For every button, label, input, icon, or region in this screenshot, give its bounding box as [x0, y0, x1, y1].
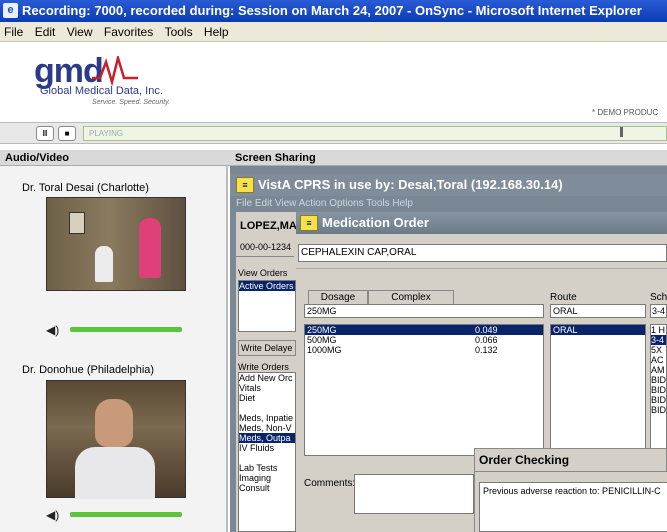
schedule-item[interactable]: BID — [651, 375, 666, 385]
write-order-item[interactable]: Meds, Inpatie — [239, 413, 295, 423]
audio-video-header: Audio/Video — [0, 150, 230, 166]
write-order-item[interactable]: Add New Orc — [239, 373, 295, 383]
person-face-icon — [95, 399, 133, 447]
cprs-window-title: VistA CPRS in use by: Desai,Toral (192.1… — [230, 174, 667, 196]
write-order-spacer — [239, 403, 295, 413]
stop-button[interactable]: ■ — [58, 126, 76, 141]
volume-slider[interactable] — [70, 327, 182, 332]
write-order-spacer — [239, 453, 295, 463]
menu-favorites[interactable]: Favorites — [104, 25, 153, 39]
route-label: Route — [550, 292, 577, 303]
tab-complex[interactable]: Complex — [368, 290, 454, 304]
demo-label: * DEMO PRODUC — [592, 108, 659, 117]
menu-file[interactable]: File — [4, 25, 23, 39]
schedule-item[interactable]: AC — [651, 355, 666, 365]
logo-pulse-icon — [92, 56, 138, 86]
screen-share-view: VistA CPRS in use by: Desai,Toral (192.1… — [230, 166, 667, 532]
dosage-list[interactable]: 250MG 0.049 500MG 0.066 1000MG 0.132 — [304, 324, 544, 456]
view-orders-label: View Orders — [238, 268, 288, 278]
menu-help[interactable]: Help — [204, 25, 229, 39]
cprs-app-icon: ≡ — [236, 177, 254, 193]
ie-icon: e — [3, 3, 18, 18]
schedule-item-selected[interactable]: 3-4 — [651, 335, 666, 345]
order-checking-dialog: Previous adverse reaction to: PENICILLIN… — [474, 472, 667, 532]
write-order-item[interactable]: IV Fluids — [239, 443, 295, 453]
tab-dosage[interactable]: Dosage — [308, 290, 368, 304]
comments-input[interactable] — [354, 474, 474, 514]
schedule-item[interactable]: BID — [651, 395, 666, 405]
route-list[interactable]: ORAL — [550, 324, 646, 456]
write-order-item[interactable]: Diet — [239, 393, 295, 403]
write-orders-label: Write Orders — [238, 362, 289, 372]
screen-sharing-header: Screen Sharing — [230, 150, 667, 166]
menu-tools[interactable]: Tools — [165, 25, 193, 39]
schedule-item[interactable]: 1 H — [651, 325, 666, 335]
person-figure-icon — [95, 246, 113, 282]
menu-bar: File Edit View Favorites Tools Help — [0, 22, 667, 42]
drug-field[interactable]: CEPHALEXIN CAP,ORAL — [298, 244, 667, 262]
divider — [296, 268, 667, 269]
schedule-input[interactable]: 3-4 — [650, 304, 667, 318]
dosage-row[interactable]: 500MG 0.066 — [305, 335, 543, 345]
company-name: Global Medical Data, Inc. — [40, 85, 163, 97]
schedule-item[interactable]: BID — [651, 405, 666, 415]
dosage-price: 0.132 — [475, 345, 498, 355]
write-order-item[interactable]: Meds, Non-V — [239, 423, 295, 433]
speaker-icon[interactable]: ◀) — [46, 508, 59, 522]
medication-order-title: Medication Order — [296, 212, 667, 234]
active-orders-item[interactable]: Active Orders — [239, 281, 295, 291]
dosage-value: 250MG — [307, 325, 337, 335]
speaker-icon[interactable]: ◀) — [46, 323, 59, 337]
menu-view[interactable]: View — [67, 25, 93, 39]
order-check-message: Previous adverse reaction to: PENICILLIN… — [479, 482, 667, 532]
person-figure-icon — [139, 218, 161, 278]
dosage-input[interactable]: 250MG — [304, 304, 544, 318]
dosage-value: 500MG — [307, 335, 337, 345]
volume-slider[interactable] — [70, 512, 182, 517]
dosage-price: 0.049 — [475, 325, 498, 335]
write-delayed-button[interactable]: Write Delaye — [238, 340, 296, 356]
wall-frame-icon — [69, 212, 85, 234]
participant-video — [46, 380, 186, 499]
schedule-item[interactable]: AM — [651, 365, 666, 375]
patient-id: 000-00-1234 — [240, 242, 292, 252]
playback-progress[interactable]: PLAYING — [83, 126, 667, 141]
player-controls: II ■ PLAYING — [0, 122, 667, 144]
comments-label: Comments: — [304, 478, 356, 489]
dosage-value: 1000MG — [307, 345, 342, 355]
write-order-item[interactable]: Vitals — [239, 383, 295, 393]
write-orders-list[interactable]: Add New Orc Vitals Diet Meds, Inpatie Me… — [238, 372, 296, 532]
write-order-item[interactable]: Consult — [239, 483, 295, 493]
dosage-price: 0.066 — [475, 335, 498, 345]
dosage-row[interactable]: 250MG 0.049 — [305, 325, 543, 335]
schedule-list[interactable]: 1 H 3-4 5X AC AM BID BID BID BID — [650, 324, 667, 456]
menu-edit[interactable]: Edit — [35, 25, 56, 39]
participant-name: Dr. Toral Desai (Charlotte) — [22, 182, 149, 194]
audio-video-panel: Dr. Toral Desai (Charlotte) ◀) Dr. Donoh… — [0, 166, 228, 532]
progress-thumb[interactable] — [620, 127, 623, 137]
person-shirt-icon — [75, 447, 155, 499]
patient-name: LOPEZ,MA — [240, 220, 297, 232]
dosage-row[interactable]: 1000MG 0.132 — [305, 345, 543, 355]
order-checking-title: Order Checking — [474, 448, 667, 472]
company-tagline: Service. Speed. Security. — [92, 99, 171, 106]
write-order-item[interactable]: Imaging — [239, 473, 295, 483]
write-order-item-selected[interactable]: Meds, Outpa — [239, 433, 295, 443]
medication-order-icon: ≡ — [300, 215, 318, 231]
route-input[interactable]: ORAL — [550, 304, 646, 318]
schedule-item[interactable]: BID — [651, 385, 666, 395]
participant-name: Dr. Donohue (Philadelphia) — [22, 364, 155, 376]
view-orders-list[interactable]: Active Orders — [238, 280, 296, 332]
cprs-menu: File Edit View Action Options Tools Help — [236, 198, 413, 209]
schedule-label: Sch — [650, 292, 667, 303]
divider — [236, 256, 294, 257]
window-title: Recording: 7000, recorded during: Sessio… — [0, 0, 667, 22]
pause-button[interactable]: II — [36, 126, 54, 141]
write-order-item[interactable]: Lab Tests — [239, 463, 295, 473]
route-item[interactable]: ORAL — [551, 325, 645, 335]
schedule-item[interactable]: 5X — [651, 345, 666, 355]
participant-video — [46, 197, 186, 291]
